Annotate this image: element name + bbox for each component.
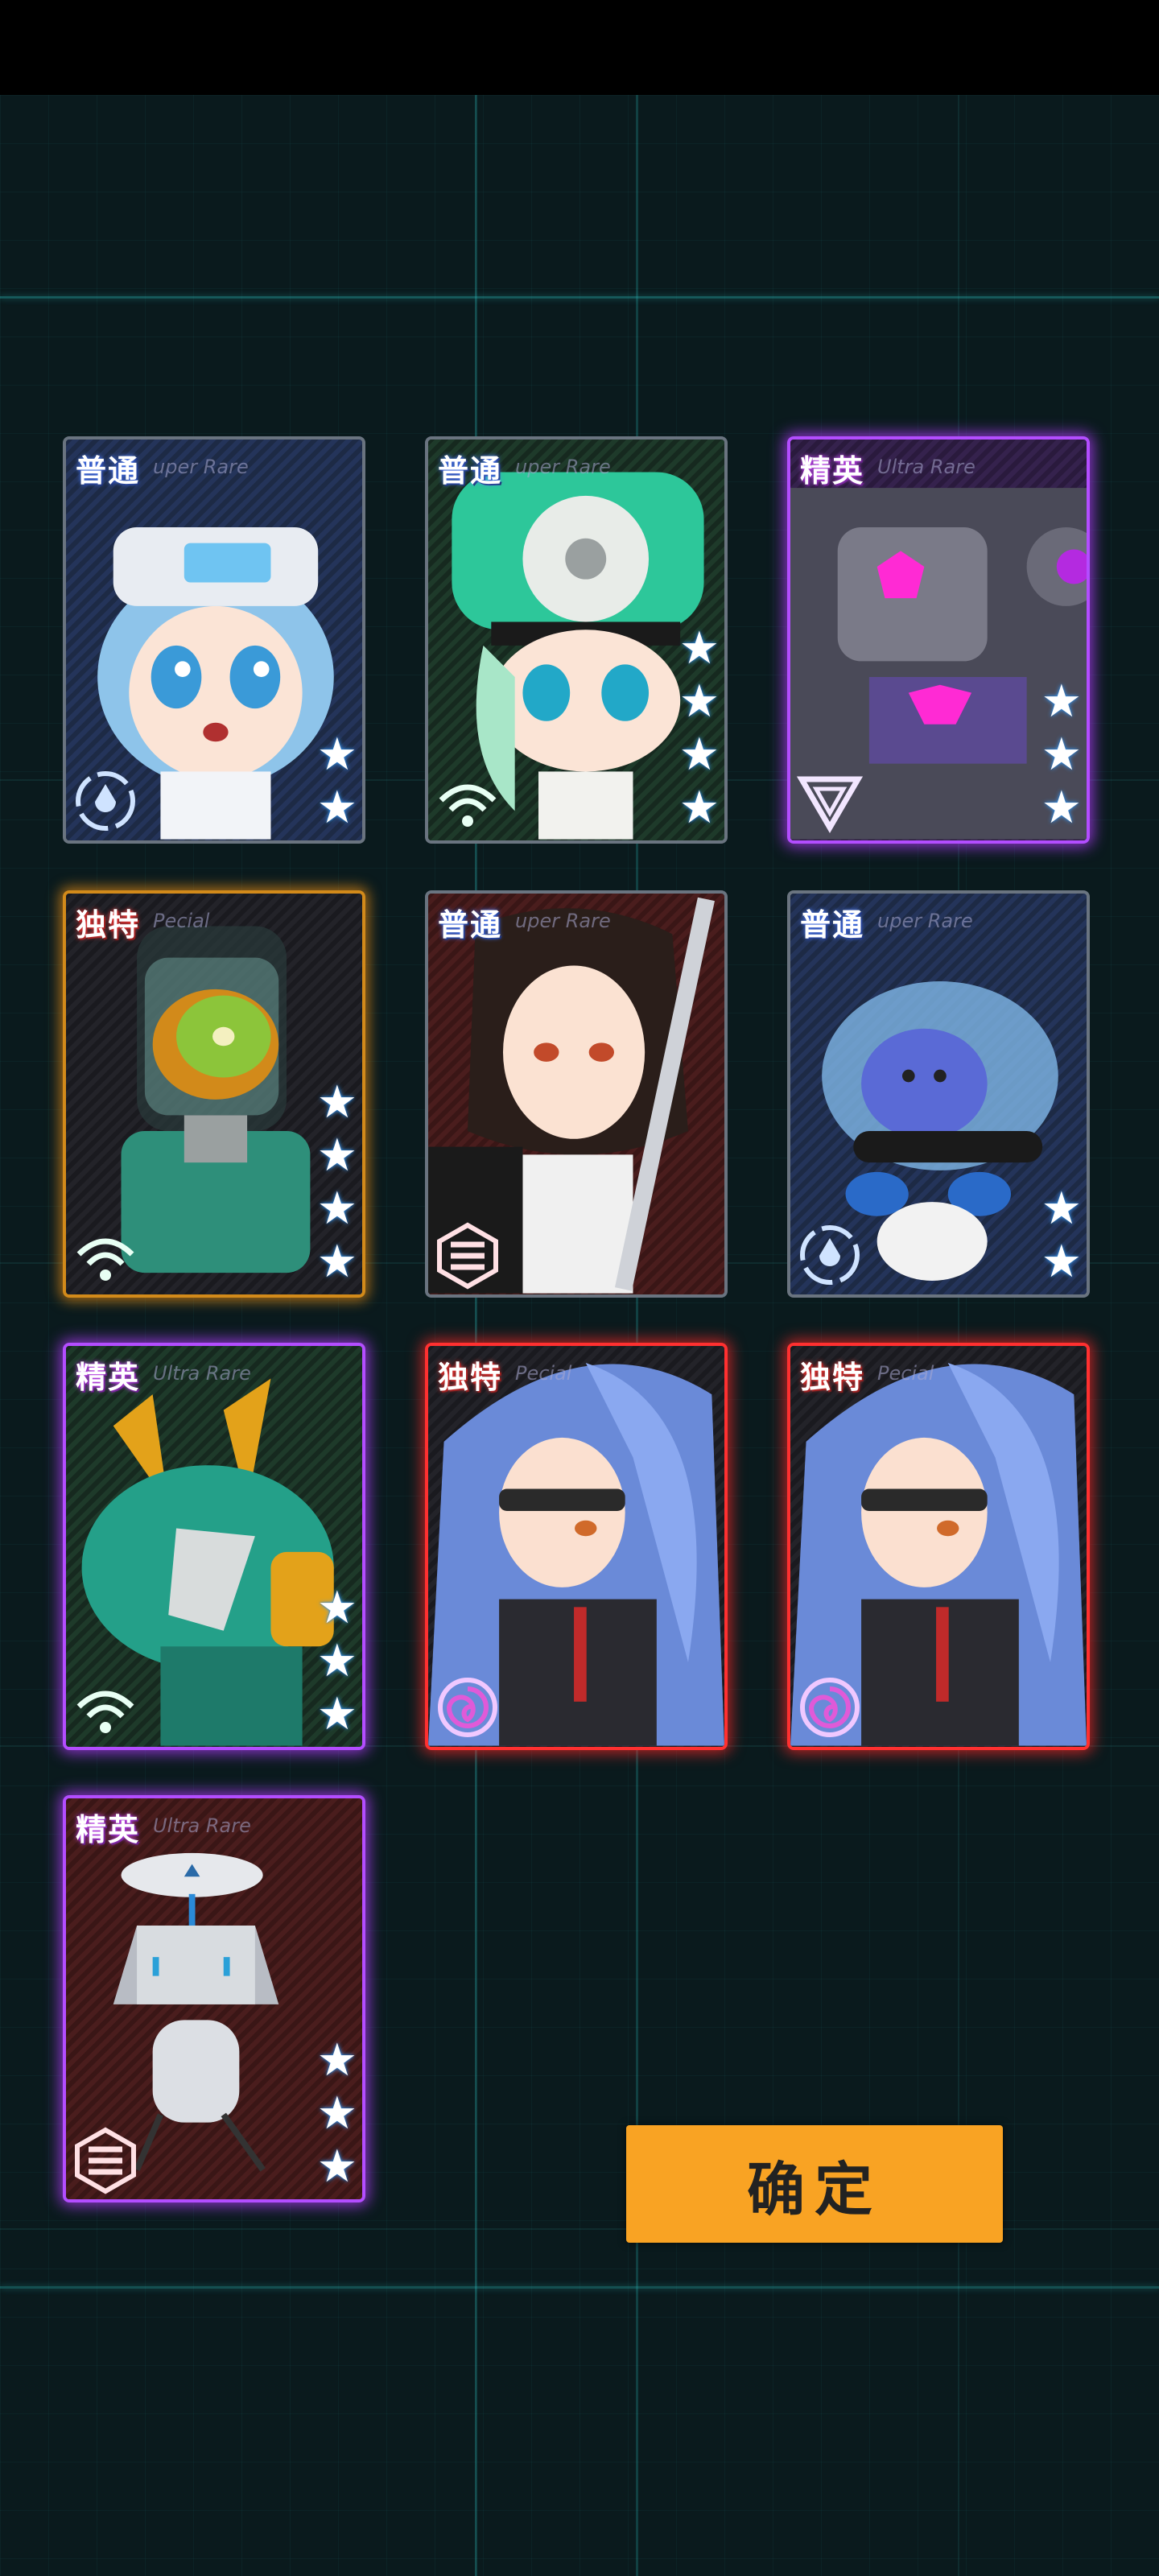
confirm-button[interactable]: 确定 [626,2125,1003,2243]
grid-line [0,296,1159,299]
star-icon: ★ [1041,1183,1082,1235]
rarity-label: 普通 [438,907,503,943]
rarity-label: 独特 [76,907,141,943]
rarity-label: 普通 [76,453,141,489]
rarity-label: 独特 [438,1360,503,1395]
rarity-sub-label: uper Rare [515,910,611,932]
faction-drop-icon [76,771,135,831]
faction-spiral-icon [438,1678,497,1737]
rarity-sub-label: Ultra Rare [153,1814,251,1837]
star-icon: ★ [316,1076,357,1129]
star-icon: ★ [316,1129,357,1182]
rarity-label: 精英 [76,1360,141,1395]
card-2[interactable]: 普通 uper Rare ★ ★ ★ ★ [425,436,728,844]
star-rating: ★ ★ [1041,1183,1082,1288]
star-rating: ★ ★ ★ [317,2035,357,2193]
card-7[interactable]: 精英 Ultra Rare ★ ★ ★ [63,1343,365,1750]
star-rating: ★ ★ ★ [317,1583,357,1740]
faction-wifi-icon [439,784,497,827]
star-icon: ★ [316,1236,357,1288]
card-9[interactable]: 独特 Pecial [787,1343,1090,1750]
star-icon: ★ [316,2087,357,2140]
card-8[interactable]: 独特 Pecial [425,1343,728,1750]
card-5[interactable]: 普通 uper Rare [425,890,728,1298]
star-icon: ★ [1041,675,1082,728]
faction-wifi-icon [76,1690,134,1733]
rarity-sub-label: uper Rare [153,456,249,478]
faction-spiral-icon [800,1678,860,1737]
rarity-label: 独特 [800,1360,865,1395]
grid-line [0,2286,1159,2289]
faction-wifi-icon [76,1238,134,1281]
star-icon: ★ [678,782,720,834]
rarity-sub-label: uper Rare [877,910,973,932]
star-rating: ★ ★ ★ [1041,676,1082,834]
rarity-sub-label: Pecial [153,910,210,932]
faction-stripes-icon [437,1222,498,1290]
faction-drop-icon [800,1225,860,1285]
top-status-bar [0,0,1159,95]
star-rating: ★ ★ [317,729,357,834]
star-icon: ★ [316,1183,357,1235]
faction-triangle-icon [796,776,864,833]
card-10[interactable]: 精英 Ultra Rare ★ ★ ★ [63,1795,365,2202]
star-icon: ★ [316,729,357,781]
star-icon: ★ [678,675,720,728]
star-icon: ★ [316,782,357,834]
rarity-label: 精英 [76,1812,141,1847]
card-3[interactable]: 精英 Ultra Rare ★ ★ ★ [787,436,1090,844]
star-icon: ★ [678,622,720,675]
star-icon: ★ [316,1582,357,1634]
rarity-sub-label: Pecial [877,1362,934,1385]
rarity-sub-label: uper Rare [515,456,611,478]
star-icon: ★ [316,1635,357,1687]
star-rating: ★ ★ ★ ★ [679,623,720,834]
star-icon: ★ [1041,1236,1082,1288]
star-icon: ★ [1041,729,1082,781]
rarity-sub-label: Ultra Rare [153,1362,251,1385]
faction-stripes-icon [75,2127,136,2194]
star-icon: ★ [316,2140,357,2193]
star-icon: ★ [316,2034,357,2087]
card-6[interactable]: 普通 uper Rare ★ ★ [787,890,1090,1298]
rarity-label: 精英 [800,453,865,489]
rarity-label: 普通 [438,453,503,489]
card-4[interactable]: 独特 Pecial ★ ★ ★ ★ [63,890,365,1298]
star-icon: ★ [678,729,720,781]
star-icon: ★ [316,1688,357,1740]
rarity-sub-label: Pecial [515,1362,572,1385]
star-icon: ★ [1041,782,1082,834]
card-1[interactable]: 普通 uper Rare ★ ★ [63,436,365,844]
rarity-sub-label: Ultra Rare [877,456,975,478]
rarity-label: 普通 [800,907,865,943]
star-rating: ★ ★ ★ ★ [317,1077,357,1288]
